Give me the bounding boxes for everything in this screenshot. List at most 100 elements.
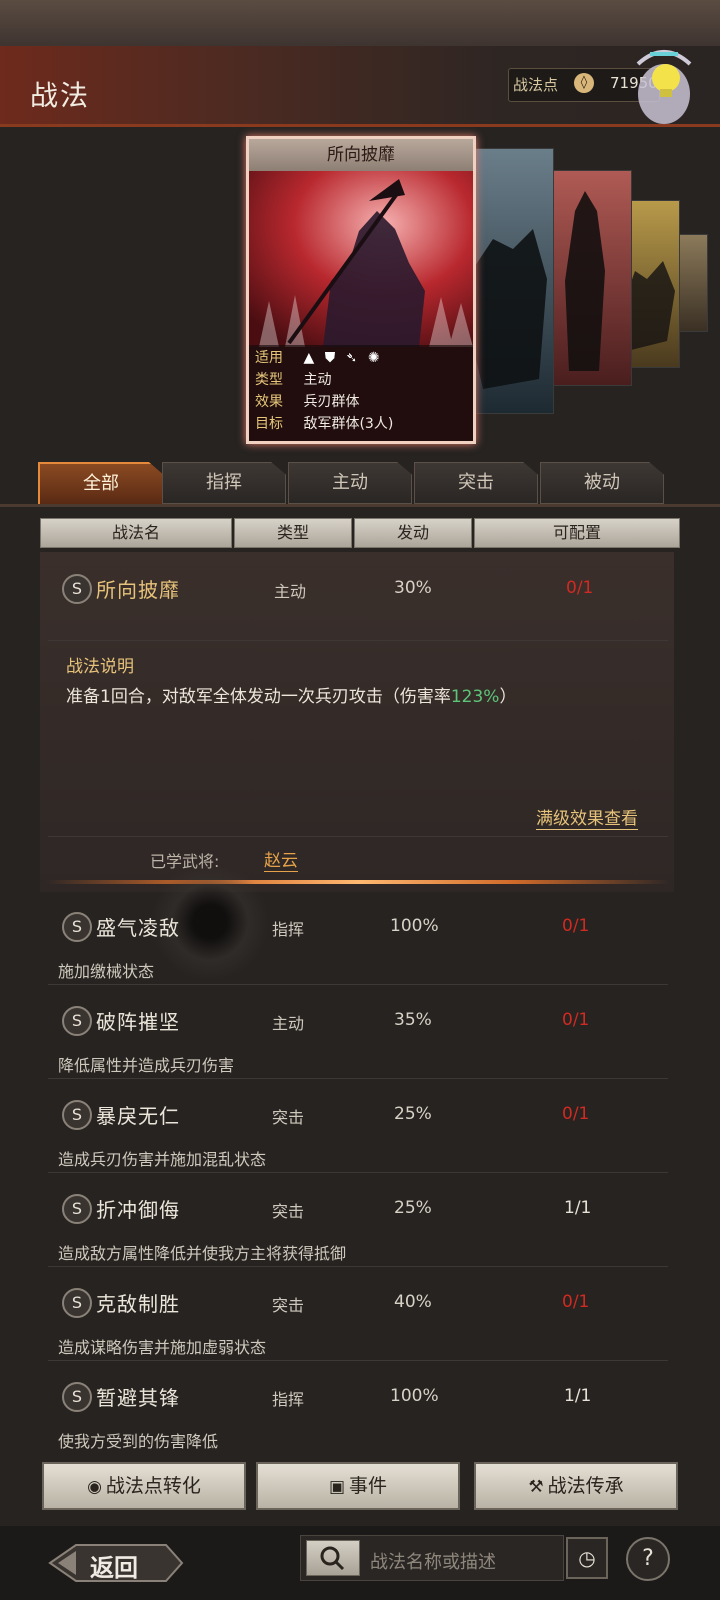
- learned-general-link[interactable]: 赵云: [264, 846, 298, 872]
- skill-detail-text: 准备1回合，对敌军全体发动一次兵刃攻击（伤害率123%）: [66, 682, 516, 707]
- skill-type: 突击: [272, 1108, 305, 1127]
- tabs-divider: [0, 504, 720, 507]
- skill-description: 造成兵刃伤害并施加混乱状态: [58, 1150, 267, 1169]
- grade-s-badge: S: [62, 1194, 92, 1224]
- column-header-name[interactable]: 战法名: [40, 518, 232, 548]
- events-button[interactable]: ▣ 事件: [256, 1462, 460, 1510]
- convert-points-button[interactable]: ◉ 战法点转化: [42, 1462, 246, 1510]
- info-val-type: 主动: [303, 372, 332, 388]
- skill-rate: 35%: [394, 1010, 432, 1030]
- skill-card-back-4[interactable]: [676, 234, 708, 332]
- column-header-configurable[interactable]: 可配置: [474, 518, 680, 548]
- grade-s-badge: S: [62, 1382, 92, 1412]
- tab-command[interactable]: 指挥: [162, 462, 286, 504]
- skill-description: 降低属性并造成兵刃伤害: [58, 1056, 235, 1075]
- grade-s-badge: S: [62, 574, 92, 604]
- row-divider: [48, 984, 668, 985]
- skill-name[interactable]: 暴戾无仁: [96, 1100, 180, 1129]
- info-key-target: 目标: [255, 416, 283, 432]
- cavalry-icon: ▲: [303, 350, 315, 366]
- skill-type: 突击: [272, 1296, 305, 1315]
- featured-card-art: [249, 171, 473, 347]
- skill-type: 主动: [274, 582, 307, 601]
- info-key-suitable: 适用: [255, 350, 283, 366]
- skill-rate: 100%: [390, 916, 439, 936]
- info-key-effect: 效果: [255, 394, 283, 410]
- convert-points-label: 战法点转化: [105, 1475, 201, 1497]
- info-key-type: 类型: [255, 372, 283, 388]
- row-divider: [48, 1266, 668, 1267]
- skill-description: 造成敌方属性降低并使我方主将获得抵御: [58, 1244, 347, 1263]
- skill-name[interactable]: 克敌制胜: [96, 1288, 180, 1317]
- back-label: 返回: [90, 1554, 138, 1582]
- skill-name-selected[interactable]: 所向披靡: [96, 574, 180, 603]
- expanded-skill-panel: [40, 552, 674, 892]
- skill-type: 主动: [272, 1014, 305, 1033]
- featured-card-info: 适用 ▲ ⛊ ➴ ✺ 类型 主动 效果 兵刃群体 目标 敌军群体(3人): [249, 345, 473, 441]
- skill-configurable: 0/1: [566, 578, 594, 598]
- skill-name[interactable]: 盛气凌敌: [96, 912, 180, 941]
- skill-configurable: 0/1: [562, 1010, 590, 1030]
- skill-configurable: 0/1: [562, 1104, 590, 1124]
- grade-s-badge: S: [62, 1100, 92, 1130]
- page-title: 战法: [30, 79, 91, 112]
- events-label: 事件: [349, 1475, 388, 1497]
- featured-skill-card[interactable]: 所向披靡 适用 ▲ ⛊ ➴ ✺ 类型 主动 效果 兵刃群体 目标 敌军群体(3人…: [246, 136, 476, 444]
- row-divider: [48, 1360, 668, 1361]
- advisor-hint-icon[interactable]: [624, 44, 704, 126]
- detail-text-pre: 准备1回合，对敌军全体发动一次兵刃攻击（伤害率: [66, 687, 451, 707]
- tab-assault[interactable]: 突击: [414, 462, 538, 504]
- row-divider: [48, 1078, 668, 1079]
- skill-description: 施加缴械状态: [58, 962, 155, 981]
- row-divider: [48, 640, 668, 641]
- clock-icon: ◷: [578, 1546, 596, 1570]
- skill-type: 指挥: [272, 1390, 305, 1409]
- grade-s-badge: S: [62, 1006, 92, 1036]
- skill-points-label: 战法点: [513, 76, 559, 94]
- skill-configurable: 1/1: [564, 1198, 592, 1218]
- damage-rate-value: 123%: [450, 687, 500, 707]
- column-header-type[interactable]: 类型: [234, 518, 352, 548]
- skill-card-back-2[interactable]: [544, 170, 632, 386]
- top-decor-band: [0, 0, 720, 46]
- scroll-icon: ▣: [328, 1477, 346, 1497]
- siege-icon: ✺: [367, 350, 380, 366]
- full-level-effect-link[interactable]: 满级效果查看: [536, 804, 638, 830]
- flame-icon: ◉: [87, 1477, 102, 1497]
- skill-type: 突击: [272, 1202, 305, 1221]
- skill-name[interactable]: 折冲御侮: [96, 1194, 180, 1223]
- info-val-target: 敌军群体(3人): [303, 416, 394, 432]
- row-divider: [48, 836, 668, 837]
- skill-points-icon: ◊: [574, 73, 594, 93]
- grade-s-badge: S: [62, 912, 92, 942]
- hammer-icon: ⚒: [528, 1477, 544, 1497]
- skill-rate: 25%: [394, 1104, 432, 1124]
- search-button[interactable]: [306, 1540, 360, 1576]
- skill-name[interactable]: 暂避其锋: [96, 1382, 180, 1411]
- help-button[interactable]: ?: [626, 1537, 670, 1581]
- row-divider: [48, 1172, 668, 1173]
- bow-icon: ➴: [345, 350, 358, 366]
- skill-rate: 40%: [394, 1292, 432, 1312]
- skill-description: 造成谋略伤害并施加虚弱状态: [58, 1338, 267, 1357]
- skill-rate: 30%: [394, 578, 432, 598]
- search-input[interactable]: 战法名称或描述: [370, 1548, 496, 1574]
- search-icon: [320, 1546, 345, 1571]
- skill-configurable: 1/1: [564, 1386, 592, 1406]
- inherit-skill-button[interactable]: ⚒ 战法传承: [474, 1462, 678, 1510]
- history-clock-button[interactable]: ◷: [566, 1537, 608, 1579]
- info-val-effect: 兵刃群体: [303, 394, 360, 410]
- column-header-rate[interactable]: 发动: [354, 518, 472, 548]
- skill-rate: 100%: [390, 1386, 439, 1406]
- grade-s-badge: S: [62, 1288, 92, 1318]
- skill-name[interactable]: 破阵摧坚: [96, 1006, 180, 1035]
- tab-active[interactable]: 主动: [288, 462, 412, 504]
- expanded-panel-divider: [46, 880, 670, 884]
- tab-passive[interactable]: 被动: [540, 462, 664, 504]
- skill-type: 指挥: [272, 920, 305, 939]
- skill-detail-label: 战法说明: [66, 657, 134, 677]
- featured-card-title: 所向披靡: [249, 139, 473, 171]
- skill-configurable: 0/1: [562, 1292, 590, 1312]
- tab-all[interactable]: 全部: [38, 462, 164, 506]
- skill-configurable: 0/1: [562, 916, 590, 936]
